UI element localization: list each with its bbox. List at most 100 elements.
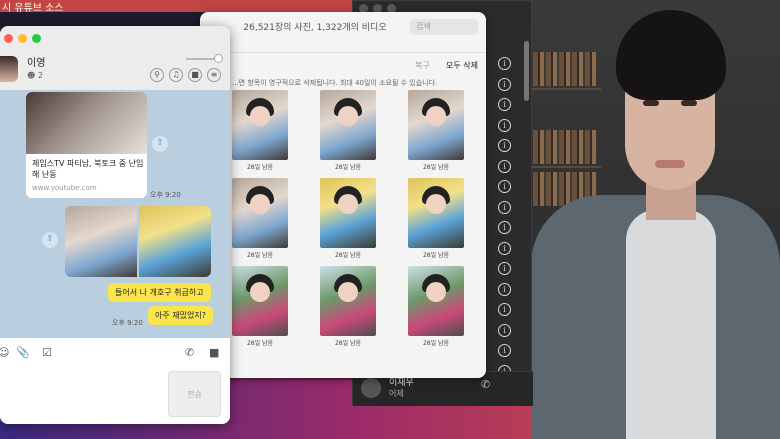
checklist-icon[interactable]: ☑ xyxy=(42,346,52,359)
bookshelf-books xyxy=(533,130,597,164)
bookshelf-shelf xyxy=(531,166,601,168)
info-icon[interactable]: i xyxy=(498,282,511,296)
search-input[interactable]: 검색 xyxy=(410,19,478,35)
bookshelf-books xyxy=(533,52,597,86)
photo-thumbnail xyxy=(139,206,211,277)
days-remaining-label: 28일 남음 xyxy=(246,340,274,347)
link-thumbnail xyxy=(26,92,147,154)
person-shirt xyxy=(626,210,716,439)
info-icon[interactable]: i xyxy=(498,159,511,173)
scrollbar[interactable] xyxy=(524,41,529,101)
info-icon[interactable]: i xyxy=(498,241,511,255)
photo-thumbnail[interactable] xyxy=(320,90,376,160)
bookshelf-shelf xyxy=(531,88,601,90)
message-bubble: 아주 재밌었지? xyxy=(148,306,213,325)
info-icon[interactable]: i xyxy=(498,139,511,152)
send-button[interactable]: 전송 xyxy=(168,371,221,417)
photo-subject-face xyxy=(250,106,270,126)
close-button[interactable] xyxy=(4,34,13,43)
info-icon[interactable]: i xyxy=(498,77,511,91)
member-count: ☻ 2 xyxy=(27,71,43,80)
phone-icon[interactable]: ✆ xyxy=(481,378,490,391)
link-title: 제임스TV 파티남, 북토크 중 난입해 난동 xyxy=(32,159,144,179)
photo-thumbnail[interactable] xyxy=(232,90,288,160)
info-icon[interactable]: i xyxy=(498,118,511,132)
photo-subject-face xyxy=(426,194,446,214)
info-icon[interactable]: i xyxy=(498,98,511,111)
zoom-button[interactable] xyxy=(32,34,41,43)
emoji-icon[interactable]: ☺ xyxy=(0,346,9,359)
person-eye xyxy=(643,100,659,106)
days-remaining-label: 28일 남음 xyxy=(246,164,274,171)
photo-subject-face xyxy=(338,282,358,302)
info-icon[interactable]: i xyxy=(498,180,511,193)
chat-composer: ☺ 📎 ☑ ✆ ■ 전송 xyxy=(0,338,230,424)
photo-thumbnail[interactable] xyxy=(408,90,464,160)
link-url: www.youtube.com xyxy=(32,184,97,192)
video-icon[interactable]: ■ xyxy=(209,346,219,359)
search-icon[interactable]: ⚲ xyxy=(150,68,164,82)
chat-window: 이영 ☻ 2 ⚲ ♫ ■ ≡ 제임스TV 파티남, 북토크 중 난입해 난동 w… xyxy=(0,26,230,424)
photo-thumbnail[interactable] xyxy=(232,178,288,248)
share-icon[interactable]: ⇧ xyxy=(152,136,168,152)
info-icon[interactable]: i xyxy=(498,221,511,234)
info-icon[interactable]: i xyxy=(498,262,511,275)
photo-thumbnail[interactable] xyxy=(232,266,288,336)
photo-subject-face xyxy=(426,106,446,126)
photo-thumbnail[interactable] xyxy=(320,266,376,336)
message-bubble: 들어서 나 개호구 취급하고 xyxy=(108,283,211,302)
photo-thumbnail[interactable] xyxy=(320,178,376,248)
photos-window: 26,521장의 사진, 1,322개의 비디오 검색 복구 모두 삭제 ...… xyxy=(200,12,486,378)
info-icon[interactable]: i xyxy=(498,323,511,337)
days-remaining-label: 28일 남음 xyxy=(334,252,362,259)
avatar[interactable] xyxy=(0,56,18,82)
person-hair xyxy=(616,10,726,100)
person-mouth xyxy=(655,160,685,168)
share-icon[interactable]: ⇧ xyxy=(42,232,58,248)
menu-bar-text: 시 유튜브 소스 xyxy=(2,3,64,14)
photo-thumbnail xyxy=(65,206,137,277)
minimize-button[interactable] xyxy=(18,34,27,43)
opacity-slider-knob[interactable] xyxy=(214,54,223,63)
days-remaining-label: 28일 남음 xyxy=(422,164,450,171)
member-count-value: 2 xyxy=(37,71,43,80)
webcam-feed xyxy=(531,0,780,439)
info-icon[interactable]: i xyxy=(498,57,511,70)
days-remaining-label: 28일 남음 xyxy=(334,164,362,171)
phone-icon[interactable]: ✆ xyxy=(185,346,194,359)
message-time: 오후 9:20 xyxy=(112,319,143,327)
days-remaining-label: 28일 남음 xyxy=(422,252,450,259)
chat-name: 이영 xyxy=(27,58,46,69)
info-icon[interactable]: i xyxy=(498,344,511,357)
photo-thumbnail[interactable] xyxy=(408,178,464,248)
contact-last-seen: 어제 xyxy=(389,389,404,398)
message-time: 오후 9:20 xyxy=(150,191,181,199)
info-icon[interactable]: i xyxy=(498,303,511,316)
deletion-notice: ...면 항목이 영구적으로 삭제됩니다. 최대 40일이 소요될 수 있습니다… xyxy=(232,79,438,87)
info-icon[interactable]: i xyxy=(498,200,511,214)
attach-icon[interactable]: 📎 xyxy=(16,346,30,359)
photo-subject-face xyxy=(250,194,270,214)
window-controls xyxy=(4,34,41,43)
chat-header: 이영 ☻ 2 ⚲ ♫ ■ ≡ xyxy=(0,26,230,90)
delete-all-button[interactable]: 모두 삭제 xyxy=(446,60,478,71)
bell-icon[interactable]: ♫ xyxy=(169,68,183,82)
photo-thumbnail[interactable] xyxy=(408,266,464,336)
menu-icon[interactable]: ≡ xyxy=(207,68,221,82)
photo-subject-face xyxy=(250,282,270,302)
photo-subject-face xyxy=(426,282,446,302)
person-eye xyxy=(681,100,697,106)
days-remaining-label: 28일 남음 xyxy=(422,340,450,347)
photo-subject-face xyxy=(338,194,358,214)
recover-button[interactable]: 복구 xyxy=(415,60,430,71)
photo-message[interactable] xyxy=(65,206,211,277)
days-remaining-label: 28일 남음 xyxy=(334,340,362,347)
lock-icon[interactable]: ■ xyxy=(188,68,202,82)
avatar xyxy=(361,378,381,398)
toolbar-divider xyxy=(200,52,486,53)
days-remaining-label: 28일 남음 xyxy=(246,252,274,259)
library-title: 26,521장의 사진, 1,322개의 비디오 xyxy=(243,23,387,33)
photo-subject-face xyxy=(338,106,358,126)
person-icon: ☻ xyxy=(27,71,36,80)
link-preview-card[interactable]: 제임스TV 파티남, 북토크 중 난입해 난동 www.youtube.com xyxy=(26,92,147,198)
